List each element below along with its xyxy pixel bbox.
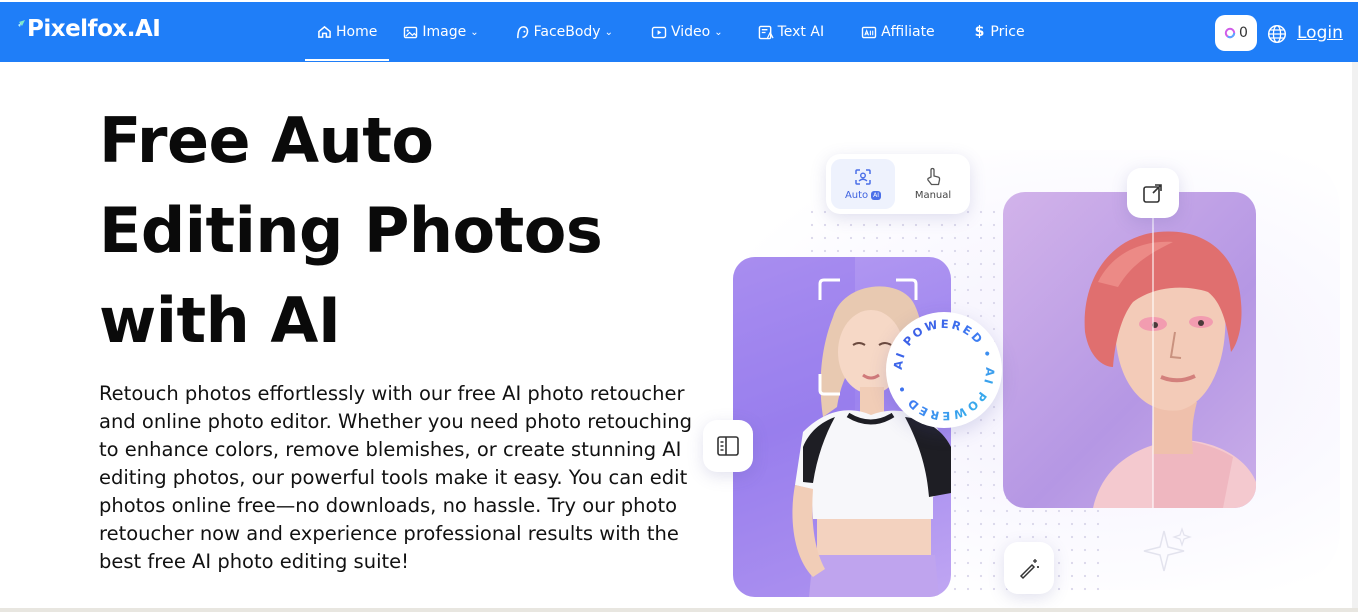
- hero-illustration: Auto AI Manual AI POWERED • AI POWERED •: [700, 120, 1350, 610]
- language-globe-icon[interactable]: [1267, 24, 1287, 48]
- hero-title: Free Auto Editing Photos with AI: [99, 96, 719, 366]
- svg-text:AI POWERED • AI POWERED •: AI POWERED • AI POWERED •: [891, 317, 998, 423]
- hand-pointer-icon: [927, 167, 941, 186]
- ai-powered-badge: AI POWERED • AI POWERED •: [886, 312, 1002, 428]
- ai-badge: AI: [871, 190, 882, 200]
- video-icon: [651, 26, 667, 38]
- login-link[interactable]: Login: [1297, 23, 1343, 43]
- main-nav: Home Image ⌄ FaceBody ⌄ Video ⌄ Text AI …: [300, 2, 1025, 62]
- after-photo-card: [1003, 192, 1256, 508]
- expand-icon: [1143, 184, 1162, 203]
- nav-label-home: Home: [336, 24, 378, 40]
- chevron-down-icon: ⌄: [604, 26, 613, 38]
- credits-gem-icon: [1224, 27, 1236, 39]
- logo[interactable]: Pixelfox.AI: [16, 16, 161, 42]
- hero-title-line: Free Auto: [99, 104, 434, 177]
- text-ai-icon: [758, 25, 774, 39]
- auto-scan-icon: [855, 168, 871, 185]
- mode-auto-label: Auto: [844, 189, 869, 201]
- nav-label-price: Price: [990, 24, 1025, 40]
- credits-count: 0: [1239, 25, 1248, 41]
- mode-manual-label: Manual: [914, 190, 952, 201]
- nav-item-affiliate[interactable]: Affiliate: [861, 2, 935, 62]
- compare-panel-icon: [717, 436, 739, 456]
- woman-portrait-image: [1084, 192, 1256, 508]
- sparkle-decoration-icon: [1143, 527, 1192, 572]
- nav-item-video[interactable]: Video ⌄: [651, 2, 723, 62]
- mode-toggle: Auto AI Manual: [826, 154, 970, 214]
- image-icon: [404, 26, 418, 38]
- nav-label-image: Image: [422, 24, 467, 40]
- chevron-down-icon: ⌄: [714, 26, 723, 38]
- ai-powered-badge-text: AI POWERED • AI POWERED •: [891, 317, 995, 423]
- hero-description: Retouch photos effortlessly with our fre…: [99, 382, 693, 573]
- mode-auto-button[interactable]: Auto AI: [831, 159, 895, 209]
- logo-mark-icon: [16, 18, 26, 40]
- page-bottom-divider: [0, 608, 1358, 612]
- mode-manual-button[interactable]: Manual: [901, 159, 965, 209]
- page-scrollbar[interactable]: [1352, 62, 1358, 612]
- affiliate-icon: [861, 26, 877, 38]
- brand-name: Pixelfox.AI: [27, 16, 161, 42]
- nav-label-video: Video: [670, 24, 711, 40]
- chevron-down-icon: ⌄: [470, 26, 479, 38]
- magic-wand-icon: [1019, 559, 1039, 580]
- nav-item-price[interactable]: $ Price: [975, 2, 1025, 62]
- top-nav-bar: Pixelfox.AI Home Image ⌄ FaceBody ⌄ Vide…: [0, 0, 1358, 62]
- home-icon: [318, 25, 331, 38]
- nav-item-image[interactable]: Image ⌄: [403, 2, 479, 62]
- face-icon: [516, 25, 528, 38]
- compare-button[interactable]: [703, 420, 753, 472]
- nav-item-text-ai[interactable]: Text AI: [758, 2, 824, 62]
- nav-label-text-ai: Text AI: [777, 24, 825, 40]
- magic-wand-button[interactable]: [1004, 542, 1054, 594]
- credits-badge[interactable]: 0: [1215, 15, 1257, 51]
- hero-title-line: with AI: [99, 284, 341, 357]
- nav-label-affiliate: Affiliate: [881, 24, 935, 40]
- nav-item-home[interactable]: Home: [305, 2, 390, 62]
- nav-item-facebody[interactable]: FaceBody ⌄: [515, 2, 613, 62]
- nav-label-facebody: FaceBody: [533, 24, 601, 40]
- dollar-icon: $: [974, 24, 985, 40]
- hero-title-line: Editing Photos: [99, 194, 603, 267]
- expand-button[interactable]: [1127, 168, 1179, 218]
